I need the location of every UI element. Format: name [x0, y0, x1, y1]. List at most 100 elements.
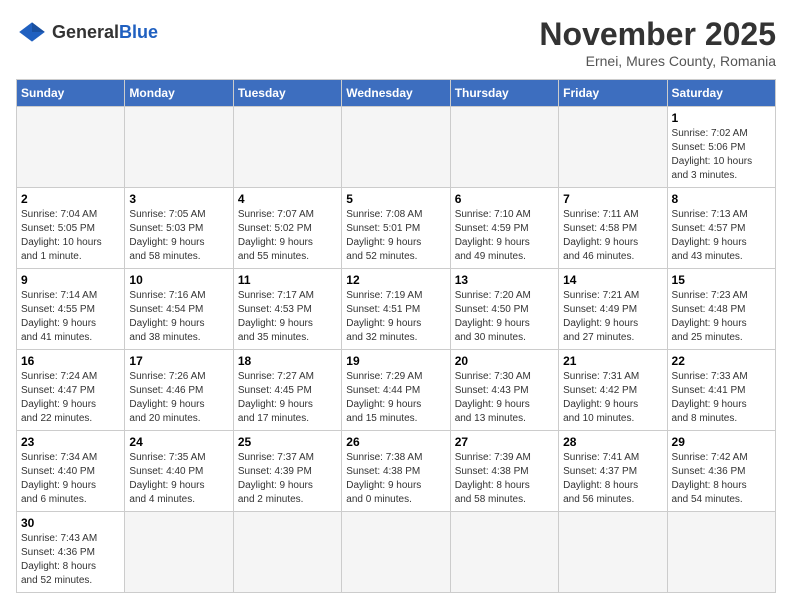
calendar-table: SundayMondayTuesdayWednesdayThursdayFrid… — [16, 79, 776, 593]
day-info: Sunrise: 7:04 AM Sunset: 5:05 PM Dayligh… — [21, 208, 120, 264]
day-number: 21 — [563, 354, 662, 368]
calendar-cell: 7 Sunrise: 7:11 AM Sunset: 4:58 PM Daylig… — [559, 188, 667, 269]
calendar-row: 16 Sunrise: 7:24 AM Sunset: 4:47 PM Dayli… — [17, 350, 776, 431]
weekday-header: Thursday — [450, 80, 558, 107]
calendar-row: 2Sunrise: 7:04 AM Sunset: 5:05 PM Daylig… — [17, 188, 776, 269]
day-info: Sunrise: 7:33 AM Sunset: 4:41 PM Dayligh… — [672, 370, 771, 426]
calendar-cell: 10Sunrise: 7:16 AM Sunset: 4:54 PM Dayli… — [125, 269, 233, 350]
day-info: Sunrise: 7:11 AM Sunset: 4:58 PM Dayligh… — [563, 208, 662, 264]
day-number: 15 — [672, 273, 771, 287]
day-number: 19 — [346, 354, 445, 368]
month-title: November 2025 — [539, 16, 776, 53]
calendar-cell — [342, 107, 450, 188]
day-info: Sunrise: 7:42 AM Sunset: 4:36 PM Dayligh… — [672, 451, 771, 507]
page-header: GeneralBlue November 2025 Ernei, Mures C… — [16, 16, 776, 69]
day-info: Sunrise: 7:14 AM Sunset: 4:55 PM Dayligh… — [21, 289, 120, 345]
calendar-cell: 4Sunrise: 7:07 AM Sunset: 5:02 PM Daylig… — [233, 188, 341, 269]
weekday-header: Saturday — [667, 80, 775, 107]
calendar-cell: 29 Sunrise: 7:42 AM Sunset: 4:36 PM Dayli… — [667, 431, 775, 512]
calendar-header-row: SundayMondayTuesdayWednesdayThursdayFrid… — [17, 80, 776, 107]
calendar-cell — [125, 107, 233, 188]
calendar-cell: 18Sunrise: 7:27 AM Sunset: 4:45 PM Dayli… — [233, 350, 341, 431]
calendar-cell: 19 Sunrise: 7:29 AM Sunset: 4:44 PM Dayli… — [342, 350, 450, 431]
calendar-cell: 27 Sunrise: 7:39 AM Sunset: 4:38 PM Dayli… — [450, 431, 558, 512]
day-number: 1 — [672, 111, 771, 125]
calendar-cell — [450, 512, 558, 593]
calendar-cell: 2Sunrise: 7:04 AM Sunset: 5:05 PM Daylig… — [17, 188, 125, 269]
calendar-cell: 15 Sunrise: 7:23 AM Sunset: 4:48 PM Dayli… — [667, 269, 775, 350]
calendar-cell: 22Sunrise: 7:33 AM Sunset: 4:41 PM Dayli… — [667, 350, 775, 431]
day-info: Sunrise: 7:41 AM Sunset: 4:37 PM Dayligh… — [563, 451, 662, 507]
day-number: 23 — [21, 435, 120, 449]
title-block: November 2025 Ernei, Mures County, Roman… — [539, 16, 776, 69]
weekday-header: Monday — [125, 80, 233, 107]
day-info: Sunrise: 7:37 AM Sunset: 4:39 PM Dayligh… — [238, 451, 337, 507]
day-number: 27 — [455, 435, 554, 449]
weekday-header: Friday — [559, 80, 667, 107]
calendar-row: 1 Sunrise: 7:02 AM Sunset: 5:06 PM Daylig… — [17, 107, 776, 188]
day-info: Sunrise: 7:02 AM Sunset: 5:06 PM Dayligh… — [672, 127, 771, 183]
calendar-cell — [233, 107, 341, 188]
calendar-cell: 14Sunrise: 7:21 AM Sunset: 4:49 PM Dayli… — [559, 269, 667, 350]
day-info: Sunrise: 7:34 AM Sunset: 4:40 PM Dayligh… — [21, 451, 120, 507]
calendar-cell: 25 Sunrise: 7:37 AM Sunset: 4:39 PM Dayli… — [233, 431, 341, 512]
calendar-cell: 3 Sunrise: 7:05 AM Sunset: 5:03 PM Daylig… — [125, 188, 233, 269]
weekday-header: Wednesday — [342, 80, 450, 107]
calendar-row: 30 Sunrise: 7:43 AM Sunset: 4:36 PM Dayli… — [17, 512, 776, 593]
calendar-cell: 11 Sunrise: 7:17 AM Sunset: 4:53 PM Dayli… — [233, 269, 341, 350]
day-number: 29 — [672, 435, 771, 449]
calendar-cell — [125, 512, 233, 593]
calendar-cell — [450, 107, 558, 188]
calendar-cell — [233, 512, 341, 593]
day-info: Sunrise: 7:38 AM Sunset: 4:38 PM Dayligh… — [346, 451, 445, 507]
calendar-cell: 28Sunrise: 7:41 AM Sunset: 4:37 PM Dayli… — [559, 431, 667, 512]
calendar-cell — [559, 107, 667, 188]
weekday-header: Tuesday — [233, 80, 341, 107]
day-info: Sunrise: 7:23 AM Sunset: 4:48 PM Dayligh… — [672, 289, 771, 345]
calendar-cell: 1 Sunrise: 7:02 AM Sunset: 5:06 PM Daylig… — [667, 107, 775, 188]
day-number: 3 — [129, 192, 228, 206]
calendar-cell: 26Sunrise: 7:38 AM Sunset: 4:38 PM Dayli… — [342, 431, 450, 512]
day-info: Sunrise: 7:05 AM Sunset: 5:03 PM Dayligh… — [129, 208, 228, 264]
calendar-cell: 16 Sunrise: 7:24 AM Sunset: 4:47 PM Dayli… — [17, 350, 125, 431]
calendar-cell: 17 Sunrise: 7:26 AM Sunset: 4:46 PM Dayli… — [125, 350, 233, 431]
calendar-row: 23 Sunrise: 7:34 AM Sunset: 4:40 PM Dayli… — [17, 431, 776, 512]
calendar-cell: 23 Sunrise: 7:34 AM Sunset: 4:40 PM Dayli… — [17, 431, 125, 512]
day-info: Sunrise: 7:21 AM Sunset: 4:49 PM Dayligh… — [563, 289, 662, 345]
calendar-cell — [667, 512, 775, 593]
calendar-cell — [342, 512, 450, 593]
calendar-cell: 24 Sunrise: 7:35 AM Sunset: 4:40 PM Dayli… — [125, 431, 233, 512]
day-number: 18 — [238, 354, 337, 368]
calendar-cell: 5Sunrise: 7:08 AM Sunset: 5:01 PM Daylig… — [342, 188, 450, 269]
day-info: Sunrise: 7:29 AM Sunset: 4:44 PM Dayligh… — [346, 370, 445, 426]
calendar-cell: 6 Sunrise: 7:10 AM Sunset: 4:59 PM Daylig… — [450, 188, 558, 269]
day-number: 30 — [21, 516, 120, 530]
day-info: Sunrise: 7:35 AM Sunset: 4:40 PM Dayligh… — [129, 451, 228, 507]
day-number: 7 — [563, 192, 662, 206]
day-number: 12 — [346, 273, 445, 287]
day-info: Sunrise: 7:39 AM Sunset: 4:38 PM Dayligh… — [455, 451, 554, 507]
generalblue-icon — [16, 16, 48, 48]
location-subtitle: Ernei, Mures County, Romania — [539, 53, 776, 69]
day-number: 20 — [455, 354, 554, 368]
day-info: Sunrise: 7:26 AM Sunset: 4:46 PM Dayligh… — [129, 370, 228, 426]
day-info: Sunrise: 7:24 AM Sunset: 4:47 PM Dayligh… — [21, 370, 120, 426]
day-number: 24 — [129, 435, 228, 449]
calendar-cell: 20Sunrise: 7:30 AM Sunset: 4:43 PM Dayli… — [450, 350, 558, 431]
calendar-cell: 13Sunrise: 7:20 AM Sunset: 4:50 PM Dayli… — [450, 269, 558, 350]
calendar-cell — [17, 107, 125, 188]
day-info: Sunrise: 7:10 AM Sunset: 4:59 PM Dayligh… — [455, 208, 554, 264]
day-info: Sunrise: 7:17 AM Sunset: 4:53 PM Dayligh… — [238, 289, 337, 345]
day-number: 25 — [238, 435, 337, 449]
day-info: Sunrise: 7:31 AM Sunset: 4:42 PM Dayligh… — [563, 370, 662, 426]
day-number: 16 — [21, 354, 120, 368]
day-info: Sunrise: 7:07 AM Sunset: 5:02 PM Dayligh… — [238, 208, 337, 264]
day-number: 11 — [238, 273, 337, 287]
logo-text: GeneralBlue — [52, 22, 158, 42]
day-info: Sunrise: 7:43 AM Sunset: 4:36 PM Dayligh… — [21, 532, 120, 588]
day-info: Sunrise: 7:08 AM Sunset: 5:01 PM Dayligh… — [346, 208, 445, 264]
calendar-cell: 8Sunrise: 7:13 AM Sunset: 4:57 PM Daylig… — [667, 188, 775, 269]
day-number: 10 — [129, 273, 228, 287]
day-number: 17 — [129, 354, 228, 368]
day-number: 6 — [455, 192, 554, 206]
